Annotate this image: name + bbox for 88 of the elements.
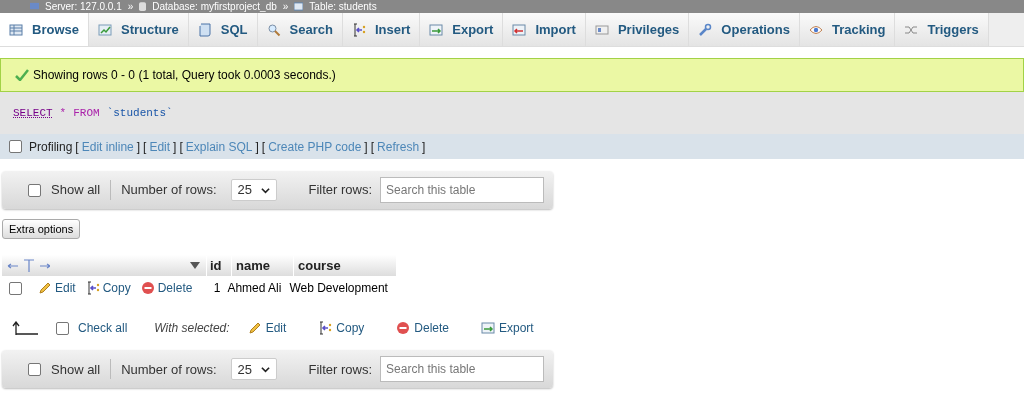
- export-icon: [481, 321, 495, 336]
- insert-row-icon: [318, 321, 333, 336]
- database-icon: [139, 2, 147, 11]
- show-all-checkbox[interactable]: [28, 362, 41, 376]
- bracket: [: [261, 138, 266, 156]
- bracket: ]: [422, 138, 426, 156]
- show-all-label: Show all: [51, 181, 101, 200]
- column-header[interactable]: course: [293, 256, 396, 276]
- filter-field[interactable]: Search this table: [380, 177, 545, 203]
- bracket: [: [75, 138, 79, 156]
- copy-link[interactable]: Copy: [85, 279, 131, 298]
- id-card-icon: [594, 22, 609, 37]
- bracket: [: [143, 138, 147, 156]
- tab[interactable]: Import: [503, 13, 586, 46]
- sort-arrow-icon: [190, 261, 200, 270]
- sql-token: `students`: [106, 105, 173, 121]
- show-all-label: Show all: [51, 360, 101, 379]
- bracket: [: [370, 138, 375, 156]
- rows-label: Number of rows:: [121, 181, 217, 200]
- rows-label: Number of rows:: [121, 360, 217, 379]
- bracket: ]: [255, 138, 259, 156]
- table-cell-text: Ahmed Ali: [227, 280, 283, 298]
- bracket: ]: [173, 138, 177, 156]
- breadcrumb-link[interactable]: Table: students: [309, 1, 377, 12]
- breadcrumb-separator: »: [282, 1, 289, 12]
- table-cell-text: 1: [212, 280, 221, 298]
- check-all-link[interactable]: Check all: [78, 319, 128, 338]
- tab[interactable]: SQL: [188, 13, 258, 46]
- structure-icon: [97, 22, 112, 37]
- edit-button[interactable]: Edit: [247, 319, 287, 338]
- copy-button[interactable]: Copy: [318, 319, 365, 338]
- sql-token: FROM: [73, 105, 100, 121]
- bracket: ]: [364, 138, 368, 156]
- delete-icon: [140, 281, 155, 296]
- column-header[interactable]: id: [206, 256, 231, 276]
- column-header[interactable]: name: [231, 256, 293, 276]
- delete-link[interactable]: Delete: [140, 279, 193, 298]
- check-all-checkbox[interactable]: [56, 321, 69, 335]
- tab[interactable]: Export: [420, 13, 504, 46]
- filter-label: Filter rows:: [308, 181, 373, 200]
- rows-select[interactable]: 25: [230, 358, 277, 381]
- arrow-up-corner-icon: [12, 321, 38, 336]
- breadcrumb-separator: »: [127, 1, 134, 12]
- message-text: Showing rows 0 - 0 (1 total, Query took 0.0003 seconds.): [33, 67, 336, 84]
- tab[interactable]: Browse: [0, 13, 89, 46]
- tab[interactable]: Structure: [88, 13, 189, 46]
- profiling-checkbox[interactable]: [9, 140, 22, 153]
- filter-field[interactable]: Search this table: [380, 356, 545, 383]
- monitor-icon: [30, 2, 39, 11]
- profiling-label: Profiling: [29, 138, 73, 156]
- tab[interactable]: Operations: [689, 13, 800, 46]
- table-icon: [9, 22, 23, 37]
- with-selected-label: With selected:: [154, 320, 230, 338]
- wrench-icon: [698, 22, 713, 37]
- search-icon: [266, 22, 281, 37]
- insert-row-icon: [351, 22, 366, 37]
- chevron-down-icon: [260, 185, 270, 195]
- rows-select[interactable]: 25: [230, 179, 277, 201]
- edit-link[interactable]: Edit: [38, 279, 76, 298]
- pencil-icon: [247, 321, 262, 336]
- extra-options-button[interactable]: Extra options: [2, 219, 81, 240]
- breadcrumb-link[interactable]: Database: myfirstproject_db: [152, 1, 277, 12]
- column-resize-icon: [6, 258, 50, 273]
- table-cell-text: Web Development: [289, 280, 388, 298]
- bracket: ]: [136, 138, 141, 156]
- delete-button[interactable]: Delete: [396, 319, 449, 338]
- import-icon: [512, 22, 527, 37]
- tab[interactable]: Tracking: [799, 13, 896, 46]
- bracket: [: [179, 138, 183, 156]
- tab[interactable]: Triggers: [895, 13, 989, 46]
- scroll-icon: [197, 22, 212, 37]
- show-all-checkbox[interactable]: [28, 183, 41, 197]
- tab[interactable]: Search: [257, 13, 343, 46]
- breadcrumb-link[interactable]: Server: 127.0.0.1: [45, 1, 122, 12]
- row-checkbox[interactable]: [9, 281, 22, 295]
- tab[interactable]: Privileges: [585, 13, 690, 46]
- insert-row-icon: [85, 281, 100, 296]
- chevron-down-icon: [260, 364, 270, 374]
- check-icon: [15, 69, 29, 81]
- export-icon: [429, 22, 444, 37]
- export-button[interactable]: Export: [481, 319, 534, 338]
- pencil-icon: [38, 281, 52, 296]
- delete-icon: [396, 321, 411, 336]
- tab[interactable]: Insert: [342, 13, 421, 46]
- sql-token: *: [59, 105, 67, 121]
- filter-label: Filter rows:: [308, 360, 373, 379]
- table-icon: [294, 2, 304, 11]
- sql-token: SELECT: [13, 105, 53, 121]
